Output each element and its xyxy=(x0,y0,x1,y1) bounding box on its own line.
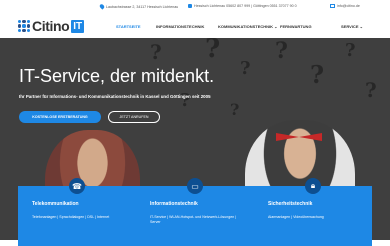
phone-handset-icon: ☎ xyxy=(69,178,85,194)
question-mark-decoration: ? xyxy=(365,78,377,102)
question-mark-decoration: ? xyxy=(150,40,162,64)
question-mark-decoration: ? xyxy=(310,60,325,89)
logo-badge: IT xyxy=(71,19,85,33)
nav-item-startseite[interactable]: STARTSEITE xyxy=(116,24,141,29)
nav-item-service[interactable]: SERVICE ⌄ xyxy=(341,24,363,29)
address-item: Laubachstrasse 2, 34117 Hessisch Lichten… xyxy=(98,3,179,10)
nav-item-informationstechnik[interactable]: INFORMATIONSTECHNIK xyxy=(156,24,204,29)
question-mark-decoration: ? xyxy=(240,58,251,79)
phone-item[interactable]: Hessisch Lichtenau 05602 807 999 | Götti… xyxy=(188,4,297,8)
card-title: Sicherheitstechnik xyxy=(268,201,313,207)
card-text: Alarmanlagen | Videoüberwachung xyxy=(268,215,324,219)
nav-item-fernwartung[interactable]: FERNWARTUNG xyxy=(280,24,312,29)
service-card-sicherheitstechnik[interactable]: 🔒︎ Sicherheitstechnik Alarmanlagen | Vid… xyxy=(254,178,372,246)
hero-subline: Ihr Partner für Informations- und Kommun… xyxy=(19,94,211,99)
top-info-bar: Laubachstrasse 2, 34117 Hessisch Lichten… xyxy=(0,0,390,14)
service-card-telekommunikation[interactable]: ☎ Telekommunikation Telefonanlagen | Spr… xyxy=(18,178,136,246)
call-now-button[interactable]: JETZT ANRUFEN xyxy=(108,111,160,123)
question-mark-decoration: ? xyxy=(275,38,288,64)
monitor-icon: ▭ xyxy=(187,178,203,194)
question-mark-decoration: ? xyxy=(345,40,356,61)
phone-text[interactable]: Hessisch Lichtenau 05602 807 999 | Götti… xyxy=(194,4,297,8)
question-mark-decoration: ? xyxy=(205,38,221,64)
main-navigation: Citino IT STARTSEITE INFORMATIONSTECHNIK… xyxy=(0,14,390,39)
card-title: Telekommunikation xyxy=(32,201,79,207)
phone-icon xyxy=(188,4,192,8)
logo-mark xyxy=(18,20,30,32)
card-title: Informationstechnik xyxy=(150,201,198,207)
logo-text: Citino xyxy=(32,18,70,34)
card-text: IT-Service | WLAN-Hotspot- und Netzwerk-… xyxy=(150,215,237,224)
free-consultation-button[interactable]: KOSTENLOSE ERSTBERATUNG xyxy=(19,111,101,123)
nav-item-kommunikationstechnik[interactable]: KOMMUNIKATIONSTECHNIK ⌄ xyxy=(218,24,278,29)
map-pin-icon xyxy=(98,3,106,10)
email-text[interactable]: info@citino.de xyxy=(337,4,360,8)
lock-icon: 🔒︎ xyxy=(305,178,321,194)
service-card-informationstechnik[interactable]: ▭ Informationstechnik IT-Service | WLAN-… xyxy=(136,178,254,246)
citino-logo[interactable]: Citino IT xyxy=(18,18,85,34)
email-item[interactable]: info@citino.de xyxy=(330,4,360,8)
mail-icon xyxy=(330,4,335,8)
question-mark-decoration: ? xyxy=(230,100,240,119)
address-text: Laubachstrasse 2, 34117 Hessisch Lichten… xyxy=(106,4,179,9)
hero-headline: IT-Service, der mitdenkt. xyxy=(19,66,215,86)
card-text: Telefonanlagen | Sprachdialogen | DSL | … xyxy=(32,215,110,219)
